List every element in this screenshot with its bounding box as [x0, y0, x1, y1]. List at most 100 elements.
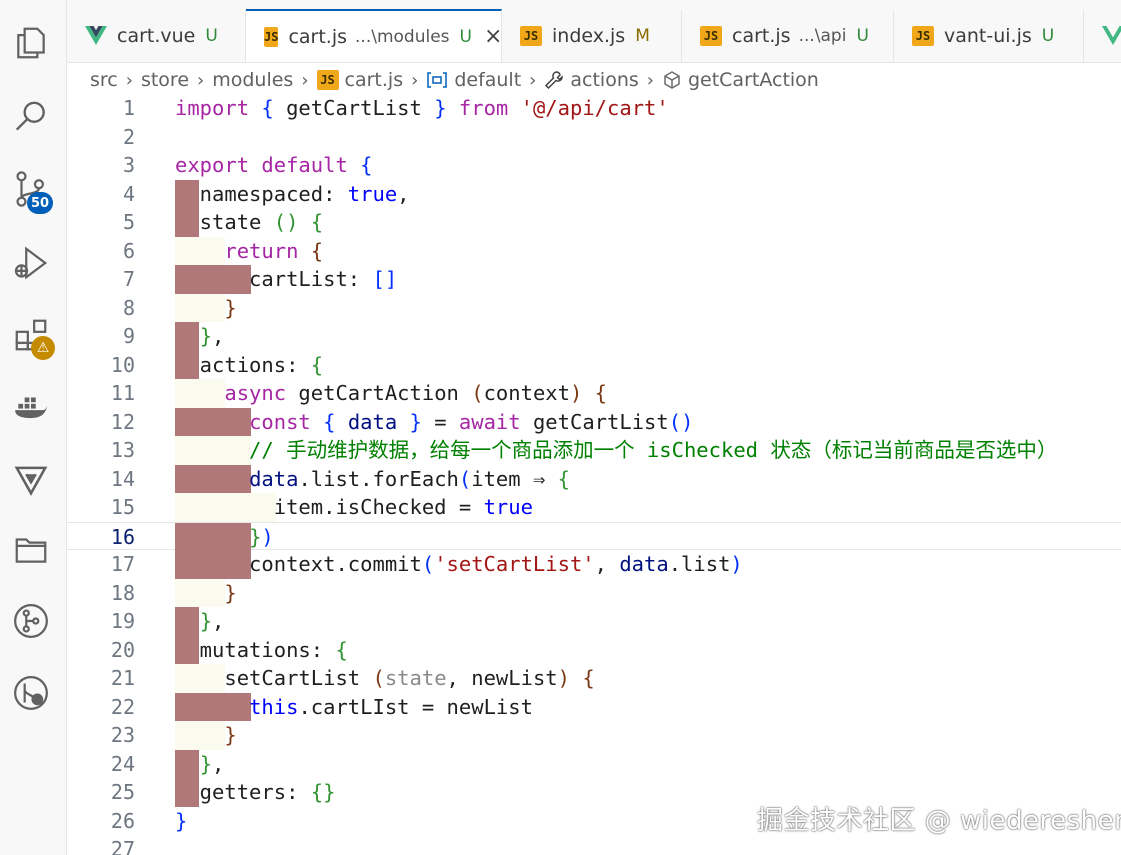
code-text: state () { — [175, 210, 324, 234]
method-cube-icon — [662, 70, 682, 90]
code-line[interactable]: 10 actions: { — [67, 350, 1121, 379]
line-number: 1 — [122, 96, 135, 120]
code-line[interactable]: 16 }) — [67, 521, 1121, 551]
code-line[interactable]: 17 context.commit('setCartList', data.li… — [67, 550, 1121, 579]
tab-status: U — [1041, 26, 1055, 46]
code-text: export default { — [175, 153, 373, 177]
line-number: 3 — [122, 153, 135, 177]
folder-icon[interactable] — [10, 528, 52, 570]
breadcrumb-item-store[interactable]: store — [141, 69, 189, 91]
code-text: setCartList (state, newList) { — [175, 666, 595, 690]
tab-index-js[interactable]: JS index.js M — [502, 10, 682, 62]
code-text: item.isChecked = true — [175, 495, 533, 519]
code-line[interactable]: 23 } — [67, 721, 1121, 750]
tab-cart-js-modules[interactable]: JS cart.js ...\modules U × — [246, 9, 502, 62]
code-text: }, — [199, 751, 225, 776]
code-editor[interactable]: 1 import { getCartList } from '@/api/cart… — [67, 94, 1121, 855]
code-line[interactable]: 12 const { data } = await getCartList() — [67, 407, 1121, 436]
line-number: 20 — [110, 637, 135, 662]
code-text: namespaced: true, — [175, 181, 410, 206]
watermark: 掘金技术社区 @ wiedereshen — [757, 806, 1121, 836]
js-icon: JS — [700, 26, 722, 46]
code-text: } — [224, 295, 237, 320]
line-number: 7 — [122, 267, 135, 291]
code-line[interactable]: 15 item.isChecked = true — [67, 493, 1121, 522]
close-icon[interactable]: × — [484, 24, 502, 49]
line-number: 26 — [110, 808, 135, 833]
code-text: } — [224, 723, 237, 747]
line-number: 5 — [122, 210, 135, 234]
line-number: 21 — [110, 666, 135, 690]
code-line[interactable]: 3 export default { — [67, 151, 1121, 180]
code-line[interactable]: 11 async getCartAction (context) { — [67, 379, 1121, 408]
code-text: cartList: [] — [175, 267, 398, 291]
code-line[interactable]: 21 setCartList (state, newList) { — [67, 664, 1121, 693]
code-line[interactable]: 14 data.list.forEach(item ⇒ { — [67, 464, 1121, 493]
breadcrumb-item-actions[interactable]: actions — [570, 69, 638, 91]
line-number: 11 — [110, 381, 135, 405]
code-text: context.commit('setCartList', data.list) — [175, 552, 743, 576]
tab-filename: cart.js — [732, 25, 791, 47]
breadcrumb-item-default[interactable]: default — [454, 69, 521, 91]
activity-bar: 50 ⚠ — [0, 0, 67, 855]
code-text: }, — [199, 324, 225, 348]
run-debug-icon[interactable] — [10, 242, 52, 284]
line-number: 6 — [122, 238, 135, 263]
docker-icon[interactable] — [10, 386, 52, 428]
vitest-icon[interactable] — [10, 458, 52, 500]
tab-vant-ui-js[interactable]: JS vant-ui.js U — [894, 10, 1084, 62]
code-line[interactable]: 13 // 手动维护数据，给每一个商品添加一个 isChecked 状态（标记当… — [67, 436, 1121, 465]
code-line[interactable]: 19 }, — [67, 607, 1121, 636]
line-number: 25 — [110, 780, 135, 804]
code-line[interactable]: 6 return { — [67, 236, 1121, 265]
breadcrumb-item-modules[interactable]: modules — [212, 69, 293, 91]
line-number: 4 — [122, 181, 135, 206]
line-number: 14 — [110, 466, 135, 491]
code-line[interactable]: 4 namespaced: true, — [67, 179, 1121, 208]
tab-cart-js-api[interactable]: JS cart.js ...\api U — [682, 10, 894, 62]
code-line[interactable]: 5 state () { — [67, 208, 1121, 237]
line-number: 2 — [122, 124, 135, 149]
git-graph-icon[interactable] — [10, 600, 52, 642]
tab-cart-vue[interactable]: cart.vue U — [67, 10, 246, 62]
chevron-right-icon: › — [529, 69, 537, 91]
tab-filename: cart.js — [288, 25, 348, 48]
code-text: } — [175, 808, 188, 833]
code-line[interactable]: 27 — [67, 835, 1121, 855]
code-text: }, — [199, 609, 225, 633]
chevron-right-icon: › — [301, 69, 309, 91]
tab-overflow[interactable] — [1084, 10, 1121, 62]
search-icon[interactable] — [10, 96, 52, 138]
code-line[interactable]: 22 this.cartLIst = newList — [67, 692, 1121, 721]
line-number: 16 — [110, 524, 135, 549]
line-number: 27 — [110, 837, 135, 855]
tab-filename: index.js — [552, 25, 626, 47]
code-line[interactable]: 18 } — [67, 578, 1121, 607]
code-line[interactable]: 24 }, — [67, 749, 1121, 778]
vue-icon — [1102, 26, 1121, 46]
breadcrumb-item-file[interactable]: cart.js — [345, 69, 404, 91]
git-lens-icon[interactable] — [10, 672, 52, 714]
tab-status: U — [856, 26, 869, 46]
line-number: 22 — [110, 694, 135, 719]
breadcrumb-item-src[interactable]: src — [90, 69, 118, 91]
code-line[interactable]: 20 mutations: { — [67, 635, 1121, 664]
code-line[interactable]: 8 } — [67, 293, 1121, 322]
code-text: data.list.forEach(item ⇒ { — [249, 466, 570, 491]
chevron-right-icon: › — [197, 69, 205, 91]
code-line[interactable]: 7 cartList: [] — [67, 265, 1121, 294]
explorer-icon[interactable] — [10, 22, 52, 64]
breadcrumb: src › store › modules › JS cart.js › def… — [90, 66, 819, 94]
code-line[interactable]: 1 import { getCartList } from '@/api/cart… — [67, 94, 1121, 123]
code-text: getters: {} — [175, 780, 336, 804]
tab-status: M — [635, 26, 650, 46]
tab-filename: vant-ui.js — [944, 25, 1032, 47]
source-control-badge: 50 — [27, 192, 53, 214]
extensions-warning-badge: ⚠ — [31, 336, 55, 360]
chevron-right-icon: › — [125, 69, 133, 91]
code-line[interactable]: 9 }, — [67, 322, 1121, 351]
code-line[interactable]: 2 — [67, 123, 1121, 152]
breadcrumb-item-function[interactable]: getCartAction — [688, 69, 819, 91]
code-text: actions: { — [175, 352, 324, 377]
chevron-right-icon: › — [411, 69, 419, 91]
